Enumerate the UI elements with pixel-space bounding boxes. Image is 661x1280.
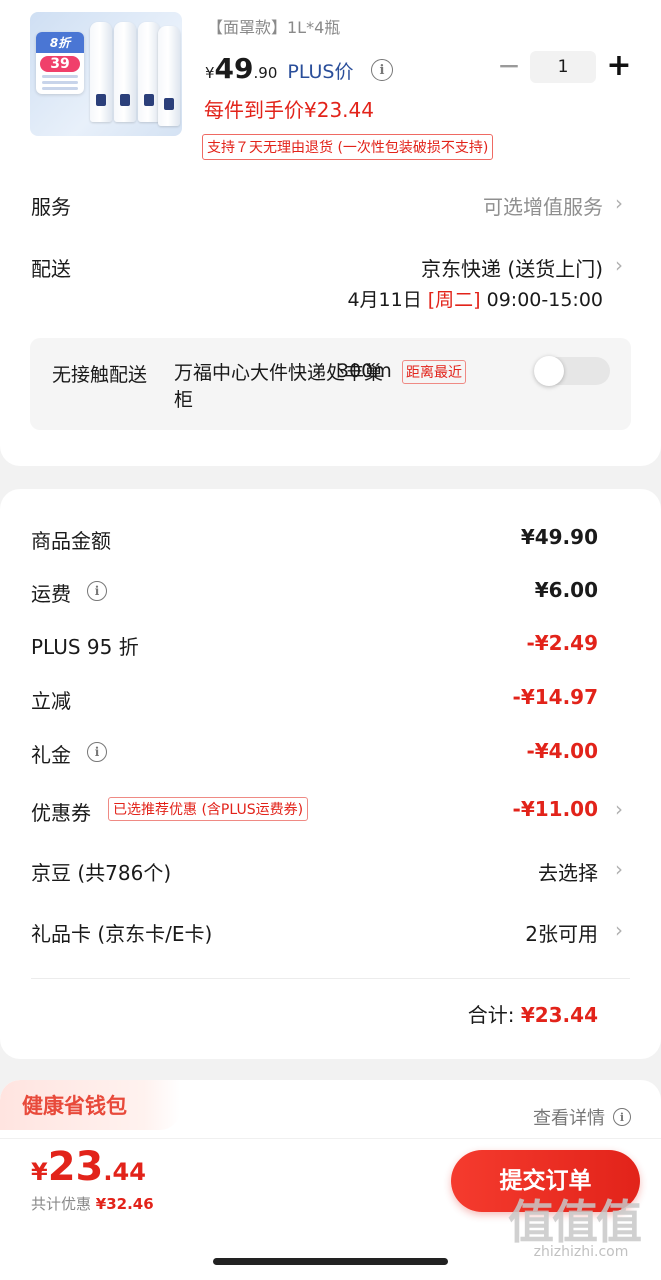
gift-card-value[interactable]: 2张可用 [525,918,598,947]
plus-discount-label: PLUS 95 折 [31,635,139,659]
wallet-title: 健康省钱包 [22,1094,127,1118]
total-savings: 共计优惠 ¥32.46 [31,1193,154,1214]
product-thumbnail[interactable]: 8折 39 [30,12,182,136]
savings-label: 共计优惠 [31,1195,92,1213]
savings-value: ¥32.46 [95,1195,154,1213]
final-price-currency: ¥ [31,1158,48,1186]
quantity-decrease-button[interactable]: − [497,51,521,81]
goods-amount-label: 商品金额 [31,529,111,553]
divider [31,978,630,979]
price-integer: 49 [214,52,254,85]
contactless-toggle[interactable] [534,356,610,386]
jd-beans-label: 京豆 (共786个) [31,861,172,885]
gift-money-label: 礼金 [31,743,71,767]
coupon-selected-tag: 已选推荐优惠 (含PLUS运费券) [108,797,309,821]
promo-discount: 8折 [36,32,84,53]
chevron-right-icon[interactable]: › [615,797,623,821]
final-price-decimal: .44 [103,1158,146,1186]
total-value: ¥23.44 [520,1003,598,1027]
info-icon[interactable]: i [613,1108,631,1126]
instant-discount-label: 立减 [31,689,71,713]
quantity-input[interactable]: 1 [530,51,596,83]
final-price-integer: 23 [47,1144,104,1190]
shipping-label: 运费 [31,582,71,606]
info-icon[interactable]: i [87,742,107,762]
goods-amount-value: ¥49.90 [520,525,598,549]
delivery-method[interactable]: 京东快递 (送货上门) [421,253,603,282]
bottle-image [90,22,112,122]
return-policy-tag: 支持７天无理由退货 (一次性包装破损不支持) [202,134,494,160]
delivery-date: 4月11日 [347,289,422,311]
chevron-right-icon[interactable]: › [615,918,623,942]
toggle-knob [534,356,564,386]
shipping-value: ¥6.00 [534,578,598,602]
plus-discount-value: -¥2.49 [526,631,598,655]
bottle-image [138,22,160,122]
price-currency: ¥ [205,64,215,82]
amount-summary-card: 商品金额 ¥49.90 运费 i ¥6.00 PLUS 95 折 -¥2.49 … [0,489,661,1059]
gift-card-label: 礼品卡 (京东卡/E卡) [31,922,213,946]
nearest-tag: 距离最近 [402,360,466,384]
watermark-logo: 值值值 [508,1195,642,1249]
promo-price: 39 [40,56,80,72]
info-icon[interactable]: i [87,581,107,601]
thumbnail-promo-badge: 8折 39 [36,32,84,94]
wallet-title-banner: 健康省钱包 [0,1080,180,1130]
final-price: ¥ 23 .44 [31,1144,146,1190]
bottle-image [114,22,136,122]
chevron-right-icon[interactable]: › [615,253,623,277]
total-row: 合计: ¥23.44 [468,999,598,1028]
watermark: 值值值 zhizhizhi.com [508,1196,654,1274]
contactless-title: 无接触配送 [52,364,148,386]
chevron-right-icon[interactable]: › [615,857,623,881]
total-label: 合计: [467,1003,515,1027]
view-details-link[interactable]: 查看详情 [533,1104,605,1130]
delivery-weekday: [周二] [427,289,481,311]
per-item-price: 每件到手价¥23.44 [204,98,374,122]
pickup-distance: 300m [337,360,392,382]
coupon-label: 优惠券 [31,801,91,825]
product-card: 8折 39 【面罩款】1L*4瓶 ¥ 49 .90 PLUS价 i − 1 + … [0,0,661,466]
jd-beans-value[interactable]: 去选择 [538,857,598,886]
home-indicator[interactable] [213,1258,448,1265]
delivery-label: 配送 [31,257,71,281]
price-decimal: .90 [253,64,278,82]
product-price: ¥ 49 .90 PLUS价 [205,52,353,88]
service-value[interactable]: 可选增值服务 [483,191,603,220]
service-label: 服务 [31,195,71,219]
plus-price-label: PLUS价 [287,61,354,83]
bottle-image [158,26,180,126]
quantity-increase-button[interactable]: + [606,49,632,83]
coupon-value[interactable]: -¥11.00 [513,797,598,821]
contactless-delivery-box: 无接触配送 万福中心大件快递处丰巢柜 300m 距离最近 [30,338,631,430]
delivery-time: 4月11日 [周二] 09:00-15:00 [347,285,603,312]
chevron-right-icon[interactable]: › [615,191,623,215]
product-variant: 【面罩款】1L*4瓶 [207,18,341,37]
info-icon[interactable]: i [371,59,393,81]
instant-discount-value: -¥14.97 [512,685,598,709]
gift-money-value: -¥4.00 [526,739,598,763]
delivery-window: 09:00-15:00 [486,289,603,311]
